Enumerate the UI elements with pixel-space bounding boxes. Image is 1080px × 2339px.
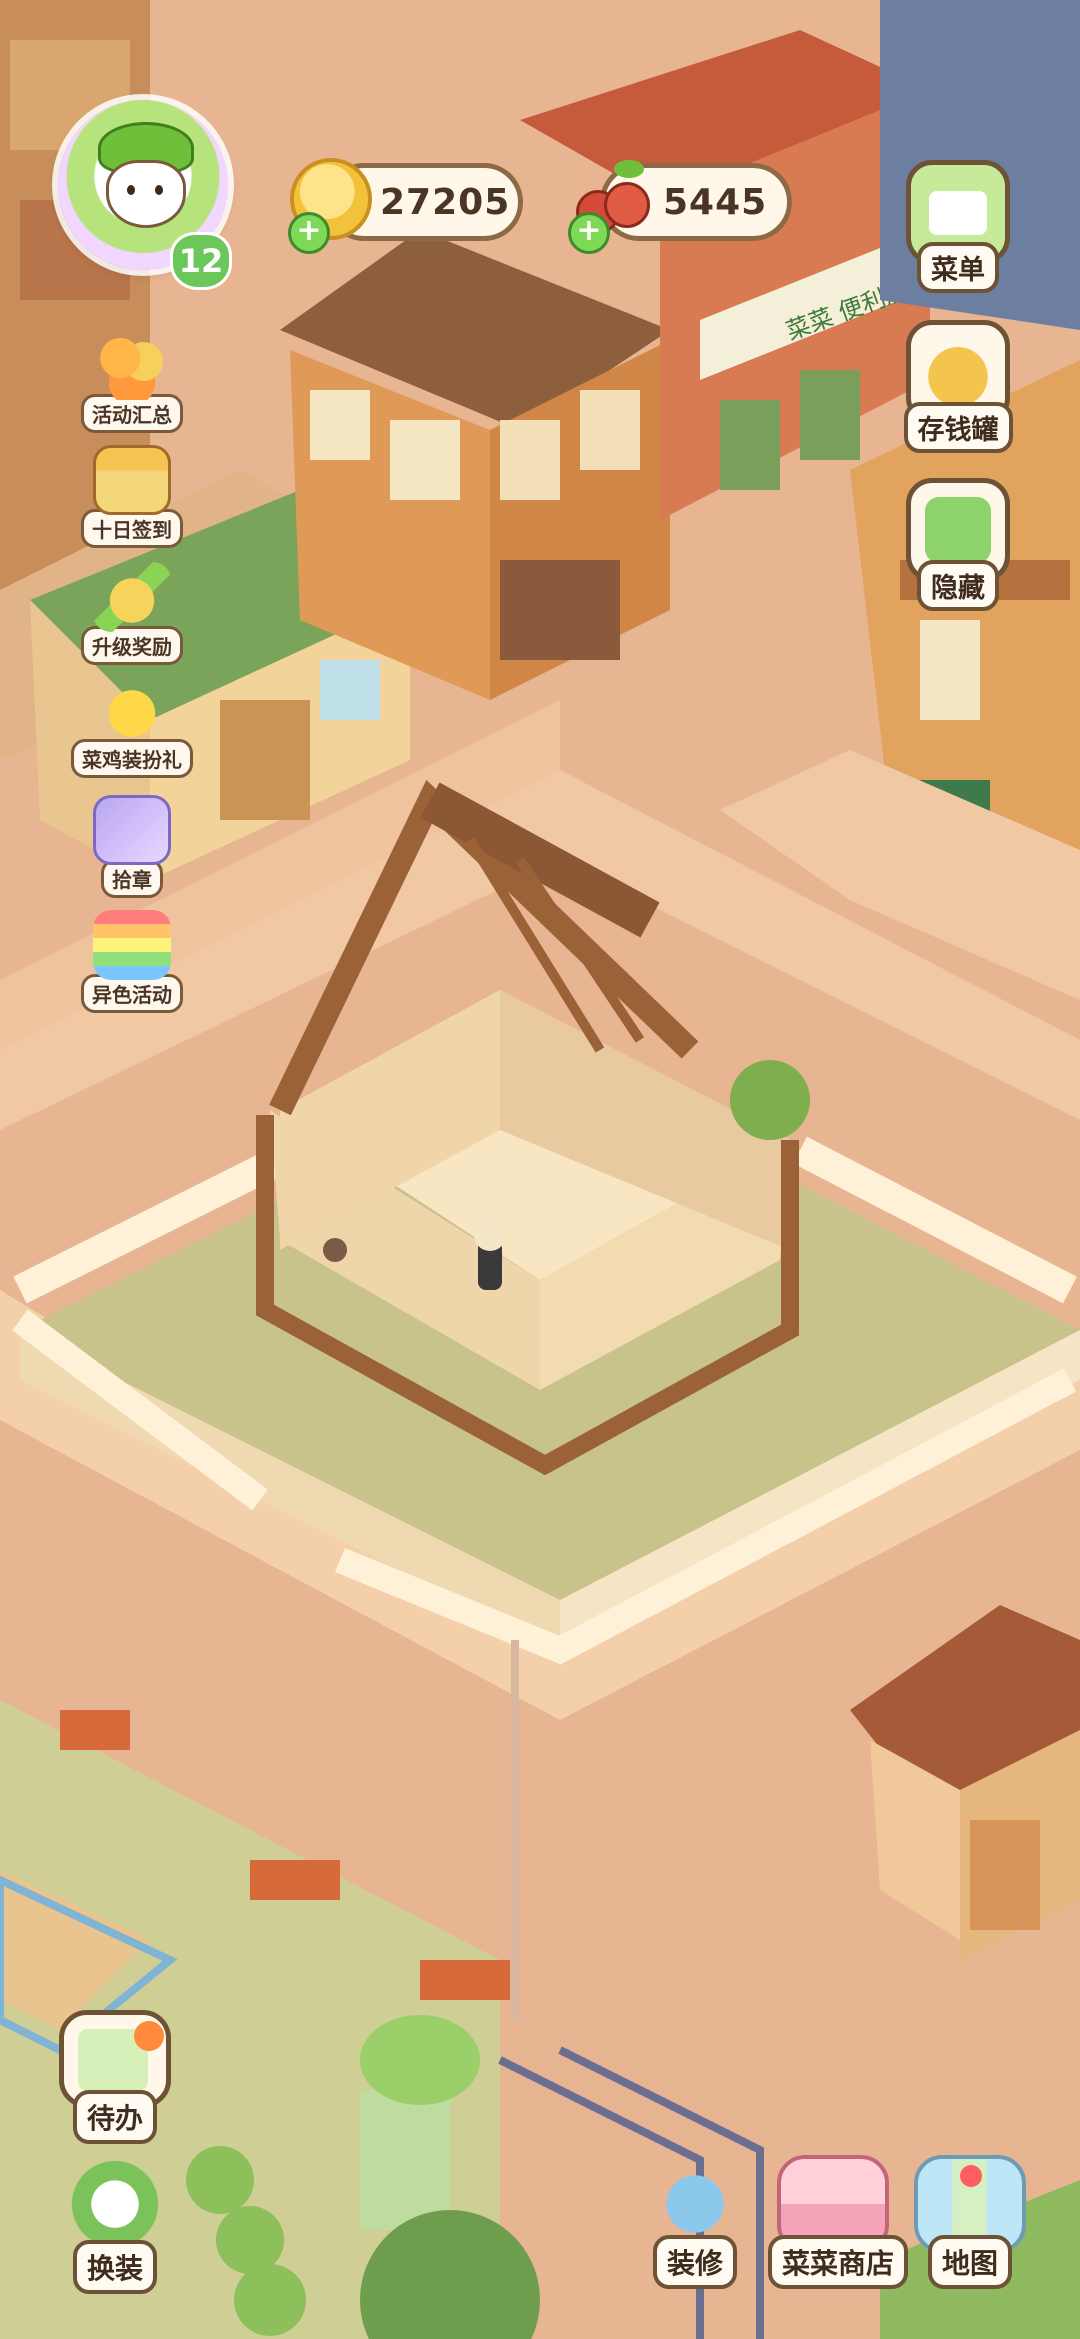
map-label: 地图	[927, 2235, 1012, 2289]
level-up-arrow-icon	[93, 562, 171, 632]
piggy-bank-button[interactable]: 存钱罐	[898, 320, 1018, 453]
decorate-button[interactable]: 装修	[630, 2155, 760, 2289]
todo-button[interactable]: 待办	[50, 2010, 180, 2144]
shop-button[interactable]: 菜菜商店	[768, 2155, 909, 2289]
outfit-label: 换装	[72, 2240, 157, 2294]
todo-label: 待办	[72, 2090, 157, 2144]
level-badge: 12	[170, 232, 232, 290]
mascot-face-icon	[106, 160, 186, 228]
rainbow-icon	[93, 910, 171, 980]
chick-outfit-gift-button[interactable]: 菜鸡装扮礼	[67, 675, 197, 778]
add-cherries-button[interactable]: +	[568, 212, 610, 254]
menu-button[interactable]: 菜单	[898, 160, 1018, 293]
outfit-button[interactable]: 换装	[50, 2160, 180, 2294]
cherry-value: 5445	[663, 181, 768, 223]
badge-collect-button[interactable]: 拾章	[67, 795, 197, 898]
variant-event-button[interactable]: 异色活动	[67, 910, 197, 1013]
map-button[interactable]: 地图	[905, 2155, 1035, 2289]
chick-icon	[93, 675, 171, 745]
event-summary-button[interactable]: 活动汇总	[67, 330, 197, 433]
decorate-label: 装修	[652, 2235, 737, 2289]
add-coins-button[interactable]: +	[288, 212, 330, 254]
menu-label: 菜单	[917, 242, 999, 293]
player-character[interactable]	[474, 1219, 506, 1290]
piggy-bank-label: 存钱罐	[903, 402, 1013, 453]
badge-icon	[93, 795, 171, 865]
hide-ui-button[interactable]: 隐藏	[898, 478, 1018, 611]
shop-label: 菜菜商店	[768, 2235, 909, 2289]
coin-value: 27205	[380, 181, 511, 223]
level-reward-button[interactable]: 升级奖励	[67, 562, 197, 665]
gift-box-icon	[93, 445, 171, 515]
small-pet[interactable]	[323, 1238, 347, 1262]
hide-ui-label: 隐藏	[917, 560, 999, 611]
fruit-basket-icon	[93, 330, 171, 400]
ten-day-checkin-button[interactable]: 十日签到	[67, 445, 197, 548]
